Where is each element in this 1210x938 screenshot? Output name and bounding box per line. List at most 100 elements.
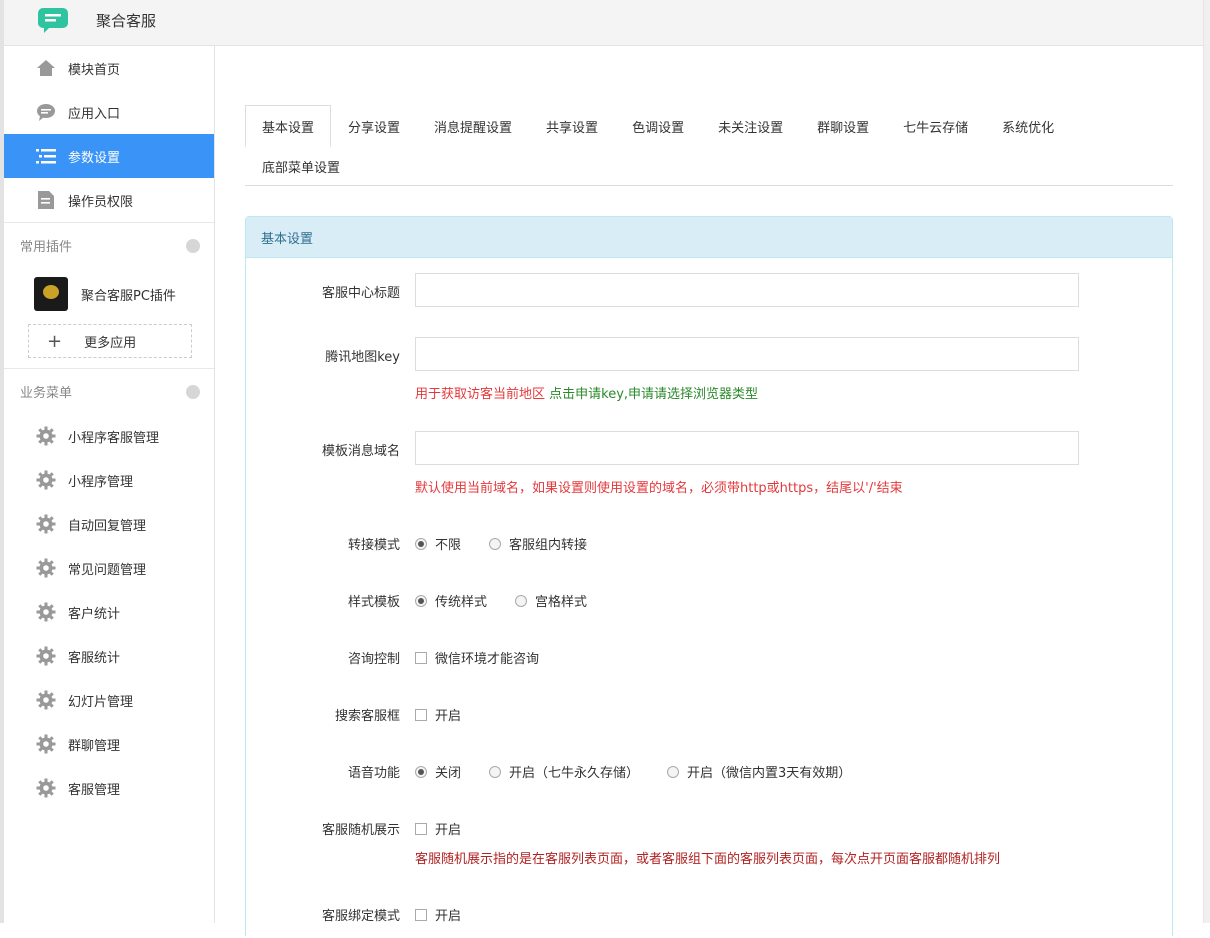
bind-mode-label: 客服绑定模式: [321, 909, 400, 924]
top-bar: 聚合客服: [0, 0, 1203, 46]
radio-button[interactable]: [515, 594, 528, 607]
collapse-toggle-icon[interactable]: [186, 239, 200, 253]
business-menu: 小程序客服管理小程序管理自动回复管理 常见问题管理客户统计 客服统计幻灯片管理群聊管…: [4, 414, 214, 810]
section-header-plugins[interactable]: 常用插件: [4, 222, 214, 268]
radio-button[interactable]: [415, 537, 427, 550]
checkbox[interactable]: [415, 822, 427, 835]
gear-icon: [36, 558, 56, 578]
sidebar-item-business[interactable]: 幻灯片管理: [4, 678, 214, 722]
consult-control-label: 咨询控制: [347, 652, 400, 667]
sidebar-item-label: 自动回复管理: [68, 518, 147, 534]
radio-option[interactable]: 不限: [415, 534, 461, 553]
sidebar-item-operator-permissions[interactable]: 操作员权限: [4, 178, 214, 222]
gear-icon: [36, 690, 56, 710]
checkbox[interactable]: [415, 908, 427, 921]
gear-icon: [36, 646, 56, 666]
radio-label: 关闭: [435, 766, 462, 781]
voice-group: 关闭 开启（七牛永久存储） 开启（微信内置3天有效期）: [415, 762, 879, 782]
settings-tabs: 基本设置 分享设置 消息提醒设置 共享设置 色调设置 未关注设置 群聊设置 七牛云存储 系统优化…: [245, 105, 1173, 186]
gear-icon: [36, 426, 56, 446]
tab-2[interactable]: 消息提醒设置: [417, 105, 529, 147]
sidebar-item-label: 应用入口: [68, 106, 121, 122]
tab-0[interactable]: 基本设置: [245, 105, 332, 147]
sidebar-item-label: 常见问题管理: [68, 562, 147, 578]
tab-5[interactable]: 未关注设置: [701, 105, 800, 147]
sidebar-item-business[interactable]: 群聊管理: [4, 722, 214, 766]
sidebar: 模块首页 应用入口 参数设置 操作员权限 常用插件 聚合客服PC插件 + 更多应…: [0, 46, 215, 923]
sidebar-item-business[interactable]: 小程序客服管理: [4, 414, 214, 458]
tab-1[interactable]: 分享设置: [331, 105, 417, 147]
plugin-label: 聚合客服PC插件: [81, 288, 176, 304]
apply-key-link[interactable]: 点击申请key,申请请选择浏览器类型: [549, 387, 758, 402]
checkbox-option[interactable]: 开启: [415, 705, 461, 724]
window-right-edge: [1203, 0, 1210, 923]
sidebar-item-label: 幻灯片管理: [68, 694, 134, 710]
radio-label: 不限: [435, 538, 462, 553]
sidebar-item-business[interactable]: 客服统计: [4, 634, 214, 678]
center-title-input[interactable]: [415, 273, 1079, 307]
radio-option[interactable]: 宫格样式: [515, 591, 587, 610]
transfer-mode-label: 转接模式: [347, 538, 400, 553]
gear-icon: [36, 778, 56, 798]
plugin-item[interactable]: 聚合客服PC插件: [4, 268, 214, 320]
center-title-label: 客服中心标题: [321, 286, 400, 301]
app-title: 聚合客服: [96, 12, 157, 30]
tab-6[interactable]: 群聊设置: [800, 105, 886, 147]
sidebar-item-business[interactable]: 客户统计: [4, 590, 214, 634]
bind-mode-group: 开启: [415, 905, 489, 925]
sidebar-item-business[interactable]: 客服管理: [4, 766, 214, 810]
consult-control-group: 微信环境才能咨询: [415, 648, 567, 668]
template-domain-input[interactable]: [415, 431, 1079, 465]
checkbox[interactable]: [415, 708, 427, 721]
radio-button[interactable]: [489, 537, 502, 550]
sidebar-item-settings[interactable]: 参数设置: [4, 134, 214, 178]
map-key-input[interactable]: [415, 337, 1079, 371]
transfer-mode-group: 不限 客服组内转接: [415, 534, 615, 554]
sidebar-item-label: 群聊管理: [68, 738, 121, 754]
checkbox-option[interactable]: 微信环境才能咨询: [415, 648, 539, 667]
style-template-group: 传统样式 宫格样式: [415, 591, 615, 611]
sidebar-item-home[interactable]: 模块首页: [4, 46, 214, 90]
section-title: 常用插件: [20, 240, 73, 255]
more-apps-button[interactable]: + 更多应用: [28, 324, 192, 358]
search-box-group: 开启: [415, 705, 489, 725]
radio-option[interactable]: 客服组内转接: [489, 534, 587, 553]
checkbox-label: 开启: [435, 823, 462, 838]
tab-9[interactable]: 底部菜单设置: [245, 146, 357, 186]
tab-7[interactable]: 七牛云存储: [886, 105, 985, 147]
radio-option[interactable]: 开启（微信内置3天有效期）: [667, 762, 851, 781]
tab-3[interactable]: 共享设置: [529, 105, 615, 147]
sidebar-item-label: 操作员权限: [68, 194, 134, 210]
checkbox-option[interactable]: 开启: [415, 819, 461, 838]
checkbox-option[interactable]: 开启: [415, 905, 461, 924]
tab-4[interactable]: 色调设置: [615, 105, 701, 147]
sidebar-item-app-entry[interactable]: 应用入口: [4, 90, 214, 134]
gear-icon: [36, 602, 56, 622]
checkbox-label: 开启: [435, 909, 462, 924]
checkbox[interactable]: [415, 651, 427, 664]
radio-button[interactable]: [667, 765, 680, 778]
panel-body: 客服中心标题 腾讯地图key 用于获取访客当前地区 点击申请key,申请请选择浏…: [246, 258, 1172, 938]
sidebar-item-business[interactable]: 自动回复管理: [4, 502, 214, 546]
radio-option[interactable]: 关闭: [415, 762, 461, 781]
plugin-thumbnail: [34, 277, 68, 311]
checkbox-label: 开启: [435, 709, 462, 724]
section-header-business[interactable]: 业务菜单: [4, 368, 214, 414]
home-icon: [36, 58, 56, 78]
radio-button[interactable]: [415, 765, 427, 778]
document-icon: [36, 190, 56, 210]
tab-8[interactable]: 系统优化: [985, 105, 1071, 147]
random-display-help: 客服随机展示指的是在客服列表页面，或者客服组下面的客服列表页面，每次点开页面客服…: [415, 852, 1001, 867]
gear-icon: [36, 734, 56, 754]
plus-icon: +: [47, 330, 63, 352]
collapse-toggle-icon[interactable]: [186, 385, 200, 399]
sidebar-item-label: 小程序管理: [68, 474, 134, 490]
sidebar-item-business[interactable]: 小程序管理: [4, 458, 214, 502]
radio-option[interactable]: 传统样式: [415, 591, 487, 610]
template-domain-help: 默认使用当前域名，如果设置则使用设置的域名，必须带http或https，结尾以'…: [415, 481, 903, 496]
panel-title: 基本设置: [246, 217, 1172, 258]
radio-button[interactable]: [489, 765, 502, 778]
radio-button[interactable]: [415, 594, 427, 607]
radio-option[interactable]: 开启（七牛永久存储）: [489, 762, 639, 781]
sidebar-item-business[interactable]: 常见问题管理: [4, 546, 214, 590]
